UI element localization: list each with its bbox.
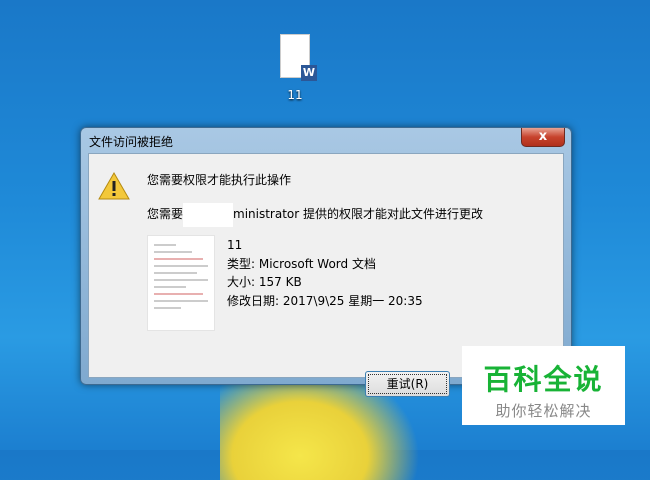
dialog-heading: 您需要权限才能执行此操作 <box>147 173 292 187</box>
file-size: 大小: 157 KB <box>227 275 302 289</box>
watermark-subtitle: 助你轻松解决 <box>495 402 592 420</box>
file-info: 11 类型: Microsoft Word 文档 大小: 157 KB 修改日期… <box>227 236 423 310</box>
dialog-title: 文件访问被拒绝 <box>89 135 174 149</box>
warning-icon <box>98 172 130 200</box>
file-name: 11 <box>227 238 243 252</box>
desktop-file-icon[interactable]: W 11 <box>270 34 320 102</box>
word-document-icon: W <box>280 34 317 81</box>
word-badge: W <box>301 65 317 81</box>
desktop-file-label: 11 <box>287 88 303 102</box>
watermark: 百科全说 助你轻松解决 <box>462 346 625 425</box>
file-type: 类型: Microsoft Word 文档 <box>227 256 376 271</box>
redacted-area <box>183 202 234 227</box>
watermark-title: 百科全说 <box>483 363 604 396</box>
dialog-body: 您需要权限才能执行此操作 您需要 ministrator 提供的权限才能对此文件进… <box>88 153 564 397</box>
dialog-message: 您需要 ministrator 提供的权限才能对此文件进行更改 <box>147 202 484 227</box>
file-thumbnail <box>147 235 215 331</box>
file-modified: 修改日期: 2017\9\25 星期一 20:35 <box>227 293 423 308</box>
message-suffix: ministrator 提供的权限才能对此文件进行更改 <box>233 207 484 221</box>
close-button[interactable]: x <box>521 128 565 147</box>
retry-button[interactable]: 重试(R) <box>365 371 450 397</box>
message-prefix: 您需要 <box>147 207 184 221</box>
